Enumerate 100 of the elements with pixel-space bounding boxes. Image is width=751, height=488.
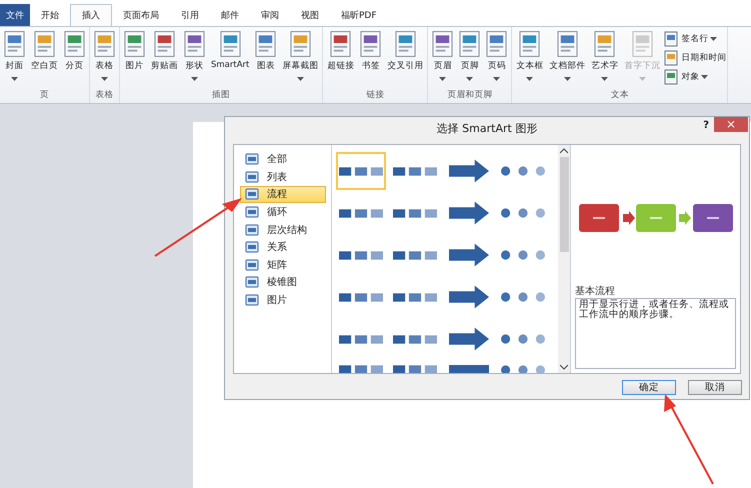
- document-icon: [556, 31, 578, 57]
- ribbon-button[interactable]: 文本框: [513, 27, 546, 89]
- ribbon-button[interactable]: SmartArt: [208, 27, 252, 89]
- circles-icon: [501, 334, 545, 344]
- category-item[interactable]: 矩阵: [240, 256, 326, 274]
- ribbon-button[interactable]: 分页: [61, 27, 88, 89]
- group-label: 页: [39, 89, 50, 102]
- arrow-icon: [449, 241, 489, 269]
- ribbon-button[interactable]: 页码: [483, 27, 510, 89]
- document-icon: [34, 31, 55, 57]
- ribbon-button[interactable]: 页眉: [429, 27, 456, 89]
- document-icon: [184, 31, 205, 57]
- layout-thumbnail[interactable]: [336, 152, 386, 190]
- ribbon-button[interactable]: 页脚: [456, 27, 484, 89]
- caret-icon: [526, 77, 534, 81]
- document-icon: [220, 31, 241, 57]
- document-icon: [594, 31, 616, 57]
- ribbon-button[interactable]: 对象: [663, 68, 726, 85]
- caret-icon: [493, 77, 500, 81]
- caret-icon: [11, 77, 18, 81]
- process-diagram-icon: [339, 208, 383, 218]
- ribbon-button[interactable]: 日期和时间: [663, 49, 726, 66]
- caret-icon: [638, 77, 646, 81]
- caret-icon: [466, 77, 474, 81]
- document-icon: [360, 31, 382, 57]
- category-icon: [245, 205, 259, 220]
- block-icon: [449, 365, 489, 373]
- document-icon: [663, 30, 680, 46]
- ribbon-button[interactable]: 封面: [1, 27, 28, 89]
- category-icon: [245, 222, 259, 237]
- process-diagram-icon: [339, 250, 383, 260]
- category-item[interactable]: 关系: [240, 238, 326, 256]
- ribbon-tab[interactable]: 插入: [70, 4, 112, 26]
- document-icon: [255, 31, 276, 57]
- document-icon: [64, 31, 85, 57]
- category-item[interactable]: 流程: [240, 186, 326, 203]
- arrow-icon: [449, 325, 489, 353]
- circles-icon: [501, 292, 545, 302]
- close-button[interactable]: ×: [714, 117, 748, 132]
- document-icon: [519, 31, 540, 57]
- help-button[interactable]: ?: [703, 120, 709, 131]
- scroll-down-icon[interactable]: [560, 364, 568, 370]
- ribbon-button[interactable]: 超链接: [324, 27, 358, 89]
- category-item[interactable]: 层次结构: [240, 221, 326, 238]
- ribbon-button[interactable]: 剪贴画: [148, 27, 181, 89]
- ribbon-tab[interactable]: 审阅: [250, 4, 290, 26]
- layout-description: 用于显示行进，或者任务、流程或工作流中的顺序步骤。: [575, 298, 736, 369]
- ribbon-button[interactable]: 图片: [121, 27, 148, 89]
- scroll-up-icon[interactable]: [560, 148, 568, 154]
- caret-icon: [710, 36, 718, 40]
- document-icon: [663, 68, 680, 84]
- caret-icon: [701, 74, 708, 78]
- category-item[interactable]: 列表: [240, 168, 326, 186]
- ribbon-button[interactable]: 签名行: [663, 30, 726, 47]
- cancel-button[interactable]: 取消: [688, 380, 742, 395]
- ribbon-button[interactable]: 图表: [252, 27, 280, 89]
- category-item[interactable]: 全部: [240, 151, 326, 168]
- process-diagram-icon: [339, 292, 383, 302]
- ribbon-button[interactable]: 形状: [181, 27, 208, 89]
- document-icon: [394, 31, 416, 57]
- document-icon: [4, 31, 25, 57]
- scrollbar[interactable]: [558, 145, 570, 373]
- document-icon: [94, 31, 115, 57]
- caret-icon: [191, 77, 198, 81]
- category-icon: [245, 152, 259, 166]
- document-icon: [459, 31, 480, 57]
- caret-icon: [101, 77, 108, 81]
- ribbon-tab[interactable]: 福昕PDF: [330, 4, 388, 26]
- layout-name: 基本流程: [575, 284, 616, 298]
- group-label: 文本: [610, 89, 630, 102]
- document-icon: [124, 31, 145, 57]
- caret-icon: [439, 77, 446, 81]
- ribbon-button[interactable]: 表格: [91, 27, 118, 89]
- category-icon: [245, 170, 259, 184]
- ribbon-tab[interactable]: 页面布局: [112, 4, 170, 26]
- ribbon-tab[interactable]: 引用: [170, 4, 210, 26]
- category-item[interactable]: 循环: [240, 204, 326, 220]
- document-icon: [486, 31, 508, 57]
- ribbon-button[interactable]: 屏幕截图: [279, 27, 322, 89]
- circles-icon: [501, 208, 545, 218]
- ribbon-button[interactable]: 文档部件: [546, 27, 588, 89]
- file-tab[interactable]: 文件: [0, 4, 30, 26]
- category-item[interactable]: 图片: [240, 292, 326, 308]
- ribbon-button[interactable]: 交叉引用: [384, 27, 426, 89]
- category-item[interactable]: 棱锥图: [240, 274, 326, 291]
- ok-button[interactable]: 确定: [622, 380, 676, 395]
- ribbon-tab[interactable]: 邮件: [210, 4, 250, 26]
- process-diagram-icon: [393, 208, 437, 218]
- ribbon-button[interactable]: 艺术字: [588, 27, 622, 89]
- ribbon-tab[interactable]: 视图: [290, 4, 330, 26]
- arrow-icon: [449, 157, 489, 185]
- dialog-title: 选择 SmartArt 图形: [436, 120, 538, 136]
- caret-icon: [564, 77, 571, 81]
- ribbon-tab[interactable]: 开始: [30, 4, 70, 26]
- document-icon: [154, 31, 175, 57]
- caret-icon: [296, 77, 304, 81]
- ribbon-button[interactable]: 空白页: [28, 27, 61, 89]
- category-icon: [245, 275, 259, 290]
- process-diagram-icon: [393, 250, 437, 260]
- ribbon-button[interactable]: 书签: [357, 27, 384, 89]
